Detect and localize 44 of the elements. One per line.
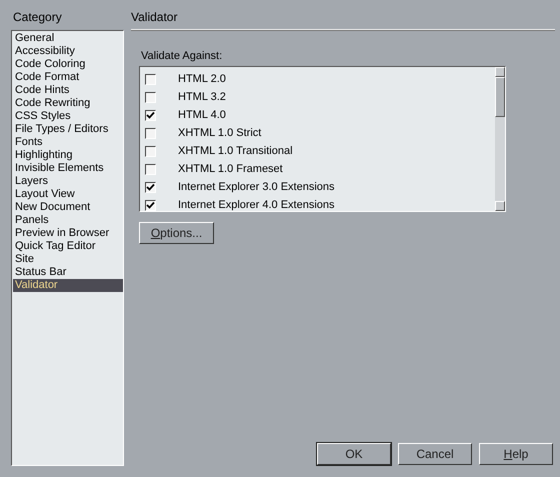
option-label: XHTML 1.0 Strict — [178, 126, 262, 141]
category-item[interactable]: Code Rewriting — [13, 97, 123, 110]
category-item[interactable]: New Document — [13, 201, 123, 214]
category-item[interactable]: General — [13, 32, 123, 45]
option-label: HTML 2.0 — [178, 72, 226, 87]
category-item[interactable]: Preview in Browser — [13, 227, 123, 240]
category-item[interactable]: Layers — [13, 175, 123, 188]
option-label: HTML 3.2 — [178, 90, 226, 105]
category-item[interactable]: Status Bar — [13, 266, 123, 279]
checkbox[interactable] — [145, 92, 156, 102]
category-item[interactable]: Fonts — [13, 136, 123, 149]
checkbox[interactable] — [145, 128, 156, 138]
category-title: Category — [13, 10, 63, 24]
option-label: XHTML 1.0 Transitional — [178, 144, 293, 159]
category-item[interactable]: Code Format — [13, 71, 123, 84]
list-label: Validate Against: — [141, 50, 224, 63]
checked-checkbox[interactable] — [145, 110, 156, 120]
checked-checkbox[interactable] — [145, 200, 156, 210]
category-item[interactable]: Site — [13, 253, 123, 266]
category-item[interactable]: CSS Styles — [13, 110, 123, 123]
options-button[interactable]: Options... — [139, 222, 214, 244]
category-item[interactable]: Quick Tag Editor — [13, 240, 123, 253]
option-label: Internet Explorer 3.0 Extensions — [178, 180, 335, 195]
option-label: XHTML 1.0 Frameset — [178, 162, 283, 177]
category-item[interactable]: Code Hints — [13, 84, 123, 97]
dialog-button[interactable]: Cancel — [398, 443, 472, 465]
option-label: HTML 4.0 — [178, 108, 226, 123]
default-button[interactable]: OK — [317, 443, 391, 465]
category-item[interactable]: Panels — [13, 214, 123, 227]
category-item[interactable]: File Types / Editors — [13, 123, 123, 136]
checked-checkbox[interactable] — [145, 182, 156, 192]
scrollbar[interactable] — [495, 67, 505, 211]
panel-title: Validator — [131, 10, 555, 30]
category-item[interactable]: Validator — [13, 279, 123, 292]
dialog-button[interactable]: Help — [479, 443, 553, 465]
checkbox[interactable] — [145, 146, 156, 156]
category-item[interactable]: Layout View — [13, 188, 123, 201]
category-item[interactable]: Code Coloring — [13, 58, 123, 71]
checkbox[interactable] — [145, 164, 156, 174]
category-item[interactable]: Highlighting — [13, 149, 123, 162]
category-item[interactable]: Accessibility — [13, 45, 123, 58]
option-label: Internet Explorer 4.0 Extensions — [178, 198, 335, 211]
category-item[interactable]: Invisible Elements — [13, 162, 123, 175]
checkbox[interactable] — [145, 74, 156, 84]
